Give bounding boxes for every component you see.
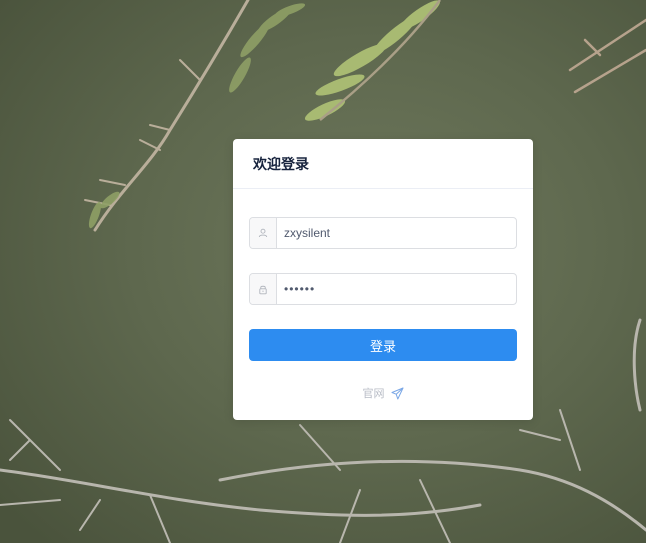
username-input[interactable] <box>277 218 516 248</box>
lock-icon <box>250 274 277 304</box>
password-input[interactable] <box>277 274 516 304</box>
user-icon <box>250 218 277 248</box>
username-field[interactable] <box>249 217 517 249</box>
paper-plane-icon <box>391 387 404 400</box>
login-button[interactable]: 登录 <box>249 329 517 361</box>
login-card: 欢迎登录 登录 官网 <box>233 139 533 420</box>
official-site-label: 官网 <box>362 388 385 400</box>
password-field[interactable] <box>249 273 517 305</box>
login-title: 欢迎登录 <box>253 155 309 172</box>
official-site-link[interactable]: 官网 <box>233 385 533 401</box>
login-card-header: 欢迎登录 <box>233 139 533 189</box>
